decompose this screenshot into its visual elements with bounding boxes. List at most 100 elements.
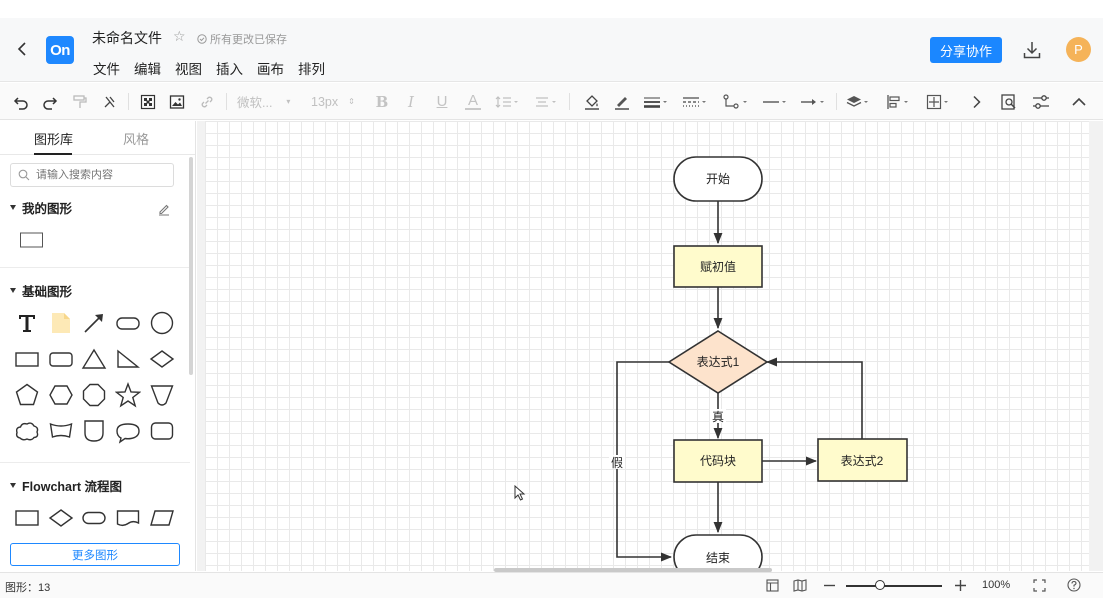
shape-inverted-triangle[interactable] xyxy=(148,381,176,409)
zoom-level[interactable]: 100% xyxy=(982,579,1010,591)
edge-expr1-end-false[interactable] xyxy=(616,361,673,562)
zoom-in-icon[interactable] xyxy=(953,578,967,592)
flowchart-document[interactable] xyxy=(114,504,142,532)
section-basic-shapes[interactable]: 基础图形 xyxy=(10,281,72,300)
shape-banner[interactable] xyxy=(47,417,75,445)
shape-speech-bubble[interactable] xyxy=(114,417,142,445)
node-code-label[interactable]: 代码块 xyxy=(700,454,736,468)
flowchart-decision[interactable] xyxy=(47,504,75,532)
align-icon[interactable] xyxy=(885,92,913,111)
edge-label-true[interactable]: 真 xyxy=(712,410,724,424)
shape-tag[interactable] xyxy=(80,417,108,445)
settings-sliders-icon[interactable] xyxy=(1031,92,1051,111)
shape-pentagon[interactable] xyxy=(13,381,41,409)
zoom-out-icon[interactable] xyxy=(822,578,836,592)
italic-icon[interactable]: I xyxy=(403,92,419,111)
zoom-slider-thumb[interactable] xyxy=(875,580,885,590)
line-height-icon[interactable] xyxy=(494,92,520,111)
format-painter-icon[interactable] xyxy=(71,92,89,111)
my-shape-rectangle[interactable] xyxy=(18,226,46,254)
menu-edit[interactable]: 编辑 xyxy=(134,58,161,78)
tab-shape-library[interactable]: 图形库 xyxy=(34,129,73,148)
edit-icon[interactable] xyxy=(157,202,171,219)
app-logo[interactable]: On xyxy=(46,36,74,64)
fill-color-icon[interactable] xyxy=(581,92,603,111)
layers-icon[interactable] xyxy=(845,92,873,111)
avatar[interactable]: P xyxy=(1066,37,1091,62)
shape-triangle[interactable] xyxy=(80,345,108,373)
shape-arrow[interactable] xyxy=(80,309,108,337)
redo-icon[interactable] xyxy=(41,92,59,111)
font-family-select[interactable]: 微软... ▾ xyxy=(237,92,301,111)
star-icon[interactable]: ☆ xyxy=(173,28,186,45)
edge-expr2-expr1[interactable] xyxy=(765,357,863,439)
line-end-icon[interactable] xyxy=(798,92,828,111)
shape-right-triangle[interactable] xyxy=(114,345,142,373)
node-expr1-label[interactable]: 表达式1 xyxy=(697,355,740,369)
menu-arrange[interactable]: 排列 xyxy=(298,58,325,78)
shape-octagon[interactable] xyxy=(80,381,108,409)
edge-label-false[interactable]: 假 xyxy=(611,456,623,470)
node-start-label[interactable]: 开始 xyxy=(706,172,730,186)
shape-circle[interactable] xyxy=(148,309,176,337)
menu-file[interactable]: 文件 xyxy=(93,58,120,78)
fill-pattern-icon[interactable] xyxy=(139,92,157,111)
shape-rectangle[interactable] xyxy=(13,345,41,373)
shape-search[interactable] xyxy=(10,163,174,187)
more-shapes-button[interactable]: 更多图形 xyxy=(10,543,180,566)
shape-text[interactable] xyxy=(13,309,41,337)
image-icon[interactable] xyxy=(168,92,186,111)
shape-star[interactable] xyxy=(114,381,142,409)
flowchart-data[interactable] xyxy=(148,504,176,532)
undo-icon[interactable] xyxy=(12,92,30,111)
node-init-label[interactable]: 赋初值 xyxy=(700,259,736,274)
menu-canvas[interactable]: 画布 xyxy=(257,58,284,78)
back-icon[interactable] xyxy=(14,40,30,58)
canvas-area[interactable]: 真 假 开始 赋初值 表达式1 代码块 表达式2 结束 xyxy=(197,121,1103,571)
canvas-page[interactable]: 真 假 开始 赋初值 表达式1 代码块 表达式2 结束 xyxy=(205,121,1089,571)
share-button[interactable]: 分享协作 xyxy=(930,37,1002,63)
underline-icon[interactable]: U xyxy=(434,92,450,111)
shape-rounded-square[interactable] xyxy=(47,345,75,373)
menu-insert[interactable]: 插入 xyxy=(216,58,243,78)
flowchart-diagram[interactable]: 真 假 开始 赋初值 表达式1 代码块 表达式2 结束 xyxy=(205,121,1089,571)
font-size-select[interactable]: 13px ⇕ xyxy=(311,92,361,111)
fullscreen-icon[interactable] xyxy=(1032,578,1046,592)
sidebar-scrollbar[interactable] xyxy=(189,157,193,375)
clear-format-icon[interactable] xyxy=(101,92,119,111)
download-icon[interactable] xyxy=(1021,39,1043,61)
line-start-icon[interactable] xyxy=(760,92,790,111)
shape-diamond[interactable] xyxy=(148,345,176,373)
connector-type-icon[interactable] xyxy=(721,92,751,111)
node-expr2-label[interactable]: 表达式2 xyxy=(841,454,884,468)
tab-style[interactable]: 风格 xyxy=(123,129,149,148)
flowchart-terminator[interactable] xyxy=(80,504,108,532)
text-color-icon[interactable]: A xyxy=(465,92,481,110)
node-end-label[interactable]: 结束 xyxy=(706,551,730,565)
distribute-icon[interactable] xyxy=(925,92,953,111)
help-icon[interactable] xyxy=(1067,578,1081,592)
document-title[interactable]: 未命名文件 xyxy=(92,28,162,48)
section-my-shapes[interactable]: 我的图形 xyxy=(10,198,72,217)
page-layout-icon[interactable] xyxy=(765,578,779,592)
shape-rounded-rectangle[interactable] xyxy=(114,309,142,337)
shape-hexagon[interactable] xyxy=(47,381,75,409)
chevron-up-icon[interactable] xyxy=(1070,92,1088,111)
find-replace-icon[interactable] xyxy=(1000,92,1018,111)
link-icon[interactable] xyxy=(198,92,216,111)
line-width-icon[interactable] xyxy=(641,92,671,111)
line-style-icon[interactable] xyxy=(680,92,710,111)
shape-rounded-frame[interactable] xyxy=(148,417,176,445)
bold-icon[interactable]: B xyxy=(374,92,390,111)
text-align-icon[interactable] xyxy=(533,92,559,111)
chevron-right-icon[interactable] xyxy=(970,92,984,111)
search-input[interactable] xyxy=(36,169,166,181)
menu-view[interactable]: 视图 xyxy=(175,58,202,78)
shape-note[interactable] xyxy=(47,309,75,337)
zoom-slider-track[interactable] xyxy=(846,585,942,587)
flowchart-process[interactable] xyxy=(13,504,41,532)
map-icon[interactable] xyxy=(793,578,807,592)
shape-cloud[interactable] xyxy=(13,417,41,445)
section-flowchart[interactable]: Flowchart 流程图 xyxy=(10,476,122,495)
line-color-icon[interactable] xyxy=(611,92,633,111)
